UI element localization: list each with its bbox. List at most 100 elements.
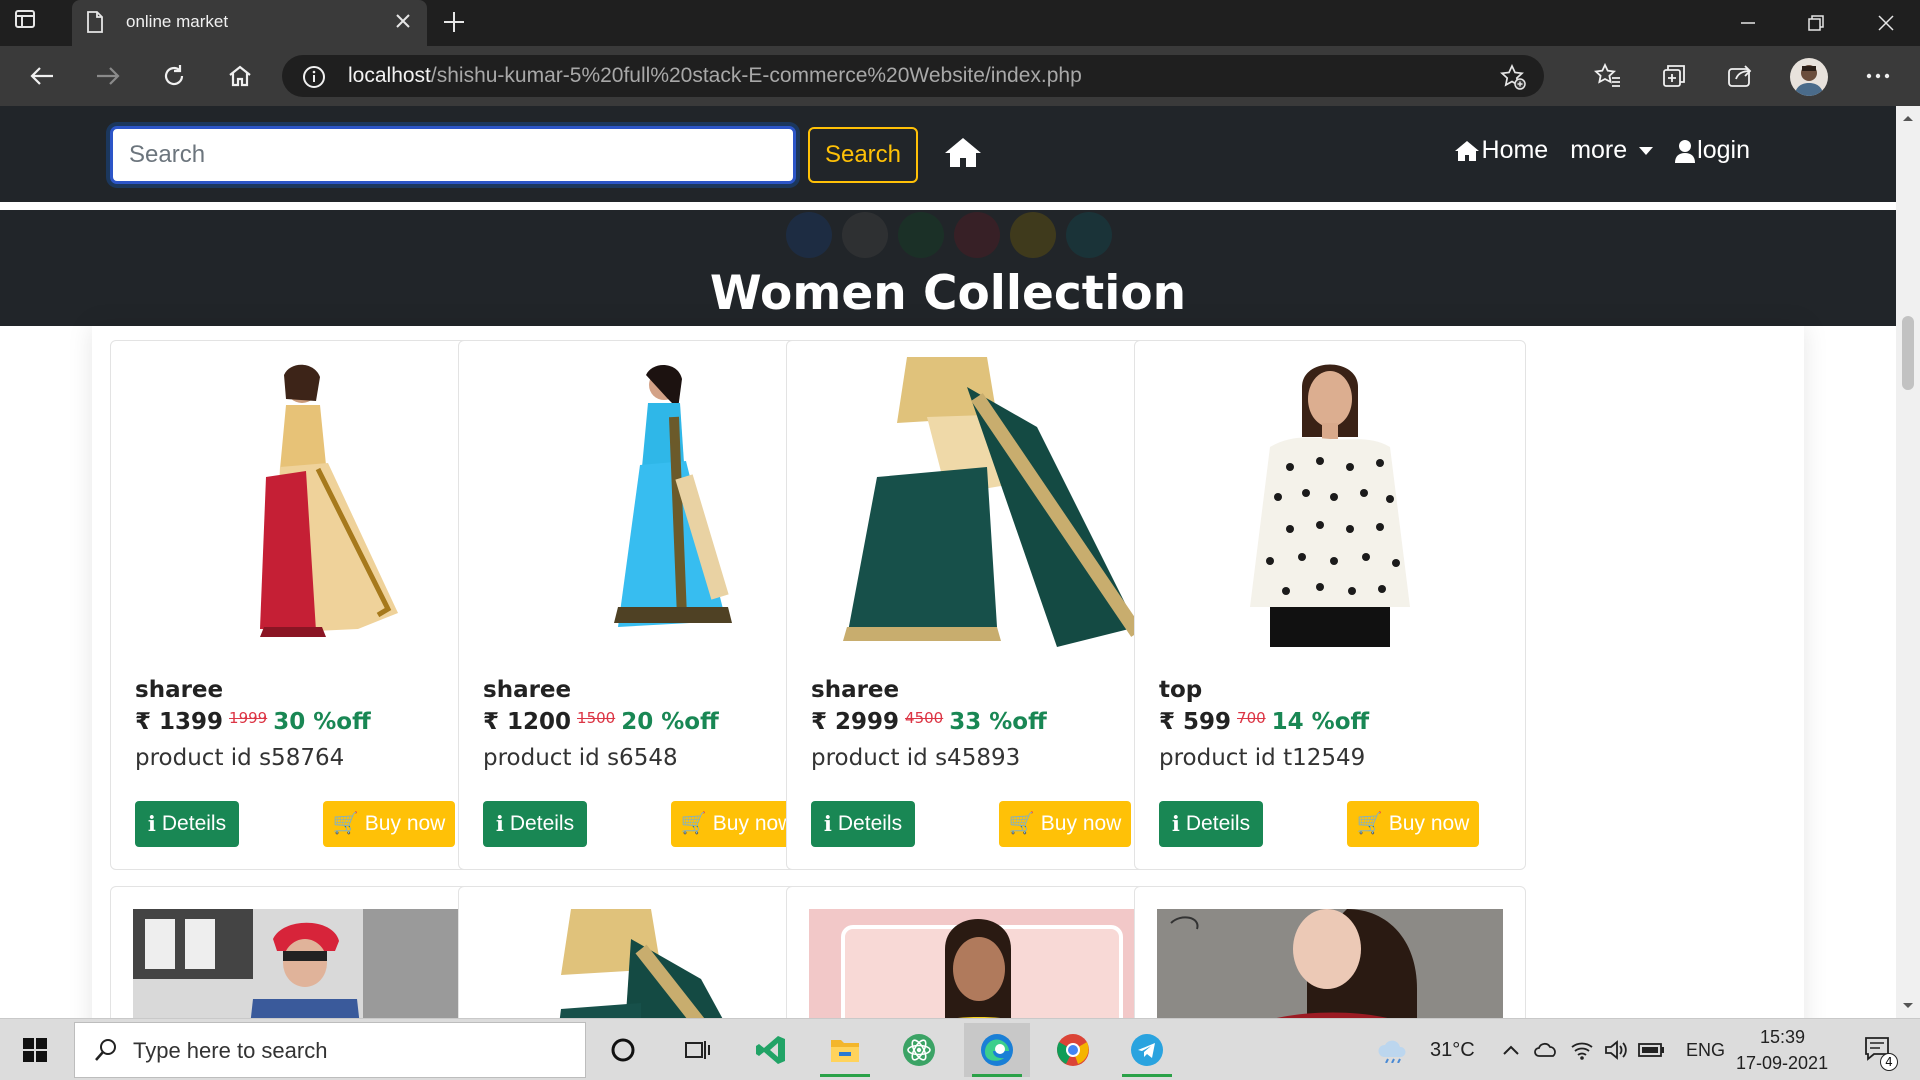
details-button[interactable]: ℹ Deteils bbox=[811, 801, 915, 847]
buy-now-button[interactable]: 🛒 Buy now bbox=[1347, 801, 1479, 847]
cart-icon: 🛒 bbox=[680, 812, 707, 835]
scroll-up-icon[interactable] bbox=[1896, 110, 1920, 126]
new-tab-button[interactable] bbox=[442, 10, 466, 38]
task-view-icon[interactable] bbox=[664, 1023, 730, 1077]
home-icon[interactable] bbox=[224, 60, 256, 92]
product-name: top bbox=[1159, 677, 1203, 703]
more-options-icon[interactable] bbox=[1862, 60, 1894, 92]
buy-now-button[interactable]: 🛒 Buy now bbox=[671, 801, 803, 847]
file-explorer-icon[interactable] bbox=[812, 1023, 878, 1077]
buy-now-button[interactable]: 🛒 Buy now bbox=[999, 801, 1131, 847]
buy-label: Buy now bbox=[1388, 812, 1470, 835]
product-image-saree-green[interactable] bbox=[809, 357, 1155, 647]
taskbar-search-box[interactable]: Type here to search bbox=[74, 1022, 586, 1078]
info-icon[interactable] bbox=[302, 65, 326, 93]
product-discount: 30 %off bbox=[273, 709, 371, 735]
carousel-dot[interactable] bbox=[954, 212, 1000, 258]
edge-browser-icon[interactable] bbox=[964, 1023, 1030, 1077]
minimize-button[interactable] bbox=[1714, 0, 1782, 46]
page-scrollbar[interactable] bbox=[1896, 106, 1920, 1018]
nav-more-dropdown[interactable]: more bbox=[1570, 136, 1654, 165]
weather-temperature[interactable]: 31°C bbox=[1430, 1039, 1475, 1062]
carousel-dot[interactable] bbox=[1066, 212, 1112, 258]
carousel-dot[interactable] bbox=[898, 212, 944, 258]
restore-button[interactable] bbox=[1782, 0, 1850, 46]
visual-studio-code-icon[interactable] bbox=[738, 1023, 804, 1077]
product-image-saree-green[interactable] bbox=[481, 909, 827, 1018]
address-bar[interactable]: localhost/shishu-kumar-5%20full%20stack-… bbox=[282, 55, 1544, 97]
atom-icon[interactable] bbox=[886, 1023, 952, 1077]
active-app-indicator bbox=[820, 1074, 870, 1077]
buy-now-button[interactable]: 🛒 Buy now bbox=[323, 801, 455, 847]
details-button[interactable]: ℹ Deteils bbox=[135, 801, 239, 847]
details-label: Deteils bbox=[509, 812, 575, 835]
favorites-icon[interactable] bbox=[1592, 60, 1624, 92]
home-icon[interactable] bbox=[944, 136, 982, 172]
details-button[interactable]: ℹ Deteils bbox=[1159, 801, 1263, 847]
carousel-dot[interactable] bbox=[786, 212, 832, 258]
chrome-icon[interactable] bbox=[1040, 1023, 1106, 1077]
product-name: sharee bbox=[135, 677, 224, 703]
clock-date[interactable]: 17-09-2021 bbox=[1736, 1053, 1828, 1074]
nav-login-link[interactable]: login bbox=[1675, 136, 1750, 165]
close-window-button[interactable] bbox=[1852, 0, 1920, 46]
back-icon[interactable] bbox=[26, 60, 58, 92]
scroll-down-icon[interactable] bbox=[1896, 998, 1920, 1014]
nav-home-link[interactable]: Home bbox=[1454, 136, 1548, 165]
browser-tab[interactable]: online market bbox=[72, 0, 427, 46]
reload-icon[interactable] bbox=[158, 60, 190, 92]
product-card bbox=[786, 886, 1178, 1018]
tab-actions-icon[interactable] bbox=[14, 8, 54, 38]
clock-time[interactable]: 15:39 bbox=[1760, 1027, 1805, 1048]
buy-label: Buy now bbox=[712, 812, 794, 835]
add-favorite-icon[interactable] bbox=[1500, 63, 1526, 94]
product-price: ₹ 599 bbox=[1159, 709, 1232, 735]
taskbar-search-placeholder: Type here to search bbox=[133, 1038, 328, 1063]
close-tab-icon[interactable] bbox=[393, 11, 413, 35]
search-icon bbox=[95, 1039, 116, 1061]
volume-icon[interactable] bbox=[1600, 1023, 1632, 1077]
weather-icon[interactable] bbox=[1370, 1023, 1416, 1077]
product-image-red-top[interactable] bbox=[1157, 909, 1503, 1018]
product-image-yellow-tee[interactable] bbox=[809, 909, 1155, 1018]
product-image-saree-red-gold[interactable] bbox=[133, 357, 479, 647]
product-grid: sharee ₹ 1399 1999 30 %off product id s5… bbox=[92, 326, 1804, 1018]
browser-toolbar: localhost/shishu-kumar-5%20full%20stack-… bbox=[0, 46, 1920, 106]
cortana-icon[interactable] bbox=[590, 1023, 656, 1077]
forward-icon[interactable] bbox=[92, 60, 124, 92]
telegram-icon[interactable] bbox=[1114, 1023, 1180, 1077]
product-card: top ₹ 599 700 14 %off product id t12549 … bbox=[1134, 340, 1526, 870]
search-input[interactable] bbox=[110, 126, 796, 184]
product-discount: 33 %off bbox=[949, 709, 1047, 735]
show-hidden-icons-icon[interactable] bbox=[1496, 1023, 1526, 1077]
search-button[interactable]: Search bbox=[808, 127, 918, 183]
product-image-polka-dot-top[interactable] bbox=[1157, 357, 1503, 647]
active-app-indicator bbox=[1122, 1074, 1172, 1077]
carousel-dot[interactable] bbox=[1010, 212, 1056, 258]
url-text: localhost/shishu-kumar-5%20full%20stack-… bbox=[348, 64, 1082, 88]
product-image-saree-blue[interactable] bbox=[481, 357, 827, 647]
product-card bbox=[110, 886, 502, 1018]
onedrive-icon[interactable] bbox=[1530, 1023, 1562, 1077]
battery-icon[interactable] bbox=[1636, 1023, 1668, 1077]
product-discount: 20 %off bbox=[621, 709, 719, 735]
url-host: localhost bbox=[348, 64, 431, 87]
carousel-dot[interactable] bbox=[842, 212, 888, 258]
active-app-indicator bbox=[972, 1074, 1022, 1077]
wifi-icon[interactable] bbox=[1566, 1023, 1598, 1077]
cart-icon: 🛒 bbox=[1356, 812, 1383, 835]
profile-avatar[interactable] bbox=[1790, 58, 1828, 96]
product-id: product id s58764 bbox=[135, 745, 345, 771]
collections-icon[interactable] bbox=[1658, 60, 1690, 92]
share-icon[interactable] bbox=[1724, 60, 1756, 92]
product-image-denim-jacket[interactable] bbox=[133, 909, 479, 1018]
windows-start-icon[interactable] bbox=[2, 1023, 68, 1077]
language-indicator[interactable]: ENG bbox=[1686, 1040, 1725, 1061]
notification-center-icon[interactable]: 4 bbox=[1854, 1023, 1904, 1077]
product-card: sharee ₹ 1399 1999 30 %off product id s5… bbox=[110, 340, 502, 870]
details-label: Deteils bbox=[161, 812, 227, 835]
nav-more-label: more bbox=[1570, 136, 1628, 164]
scroll-thumb[interactable] bbox=[1902, 316, 1914, 390]
product-price: ₹ 1399 bbox=[135, 709, 224, 735]
details-button[interactable]: ℹ Deteils bbox=[483, 801, 587, 847]
